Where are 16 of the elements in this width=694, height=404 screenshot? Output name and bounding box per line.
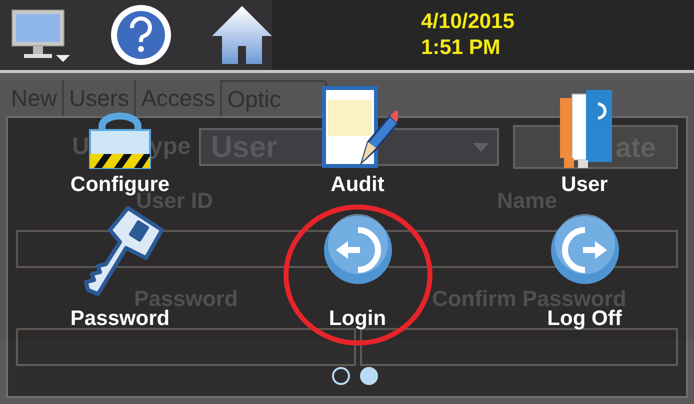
logoff-icon[interactable] [548, 214, 620, 286]
menu-label[interactable]: Log Off [547, 306, 622, 332]
home-icon [210, 4, 274, 66]
time-text: 1:51 PM [421, 35, 502, 61]
confirm-password-field[interactable] [360, 328, 678, 366]
date-text: 4/10/2015 [421, 9, 514, 35]
menu-label[interactable]: Password [70, 306, 170, 332]
help-button[interactable] [110, 4, 172, 66]
password-field[interactable] [16, 328, 356, 366]
help-icon [110, 4, 172, 66]
menu-label[interactable]: Login [328, 306, 386, 332]
menu-label[interactable]: User [561, 172, 608, 198]
caret-icon [471, 141, 492, 153]
menu-label[interactable]: Audit [330, 172, 384, 198]
home-button[interactable] [210, 4, 274, 66]
login-icon[interactable] [322, 214, 394, 286]
